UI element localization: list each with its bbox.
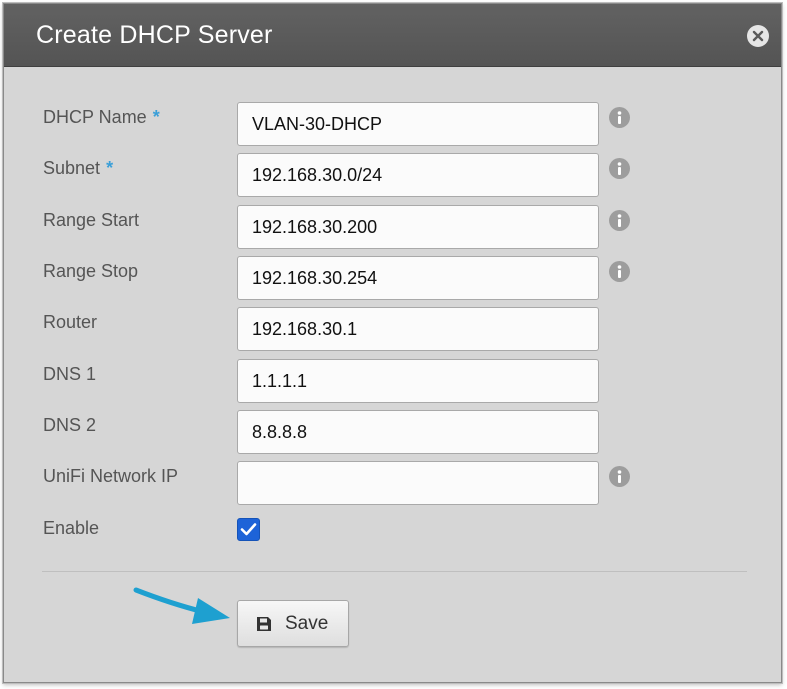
- dialog-title: Create DHCP Server: [36, 21, 273, 49]
- unifi-network-ip-label: UniFi Network IP: [43, 466, 179, 486]
- range-stop-row: Range Stop: [4, 256, 781, 300]
- router-label: Router: [43, 312, 98, 332]
- enable-checkbox[interactable]: [237, 518, 260, 541]
- dhcp-name-input[interactable]: [237, 102, 599, 146]
- close-button[interactable]: [747, 25, 769, 47]
- floppy-disk-icon: [257, 617, 271, 631]
- dhcp-name-row: DHCP Name *: [4, 102, 781, 146]
- info-icon[interactable]: [609, 261, 630, 282]
- range-stop-label: Range Stop: [43, 261, 139, 281]
- info-icon[interactable]: [609, 158, 630, 179]
- dns2-row: DNS 2: [4, 410, 781, 454]
- create-dhcp-server-dialog: Create DHCP Server DHCP Name* Subnet* Ra…: [3, 3, 782, 683]
- range-start-label: Range Start: [43, 210, 140, 230]
- dns1-row: DNS 1: [4, 359, 781, 403]
- info-icon[interactable]: [609, 210, 630, 231]
- subnet-label: Subnet *: [43, 158, 114, 178]
- info-icon[interactable]: [609, 466, 630, 487]
- router-row: Router: [4, 307, 781, 351]
- save-button[interactable]: Save: [237, 600, 349, 647]
- subnet-row: Subnet *: [4, 153, 781, 197]
- enable-label: Enable: [43, 518, 100, 538]
- pointer-arrow-icon: [133, 587, 230, 624]
- range-start-input[interactable]: [237, 205, 599, 249]
- required-marker: *: [152, 107, 160, 127]
- enable-row: Enable: [4, 518, 781, 562]
- range-stop-input[interactable]: [237, 256, 599, 300]
- dialog-header: Create DHCP Server: [4, 4, 781, 67]
- unifi-network-ip-input[interactable]: [237, 461, 599, 505]
- unifi-network-ip-row: UniFi Network IP: [4, 461, 781, 505]
- range-start-row: Range Start: [4, 205, 781, 249]
- dns1-label: DNS 1: [43, 364, 97, 384]
- subnet-input[interactable]: [237, 153, 599, 197]
- dhcp-name-label: DHCP Name *: [43, 107, 160, 127]
- required-marker: *: [106, 158, 114, 178]
- router-input[interactable]: [237, 307, 599, 351]
- dns1-input[interactable]: [237, 359, 599, 403]
- dns2-label: DNS 2: [43, 415, 97, 435]
- divider: [42, 571, 747, 572]
- info-icon[interactable]: [609, 107, 630, 128]
- save-label: Save: [285, 613, 329, 634]
- dns2-input[interactable]: [237, 410, 599, 454]
- close-icon: [752, 30, 764, 42]
- checkmark-icon: [240, 523, 257, 536]
